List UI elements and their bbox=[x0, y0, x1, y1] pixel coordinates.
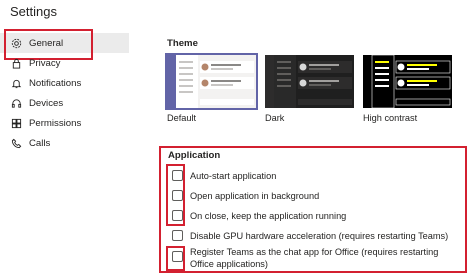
theme-caption: Dark bbox=[265, 113, 285, 123]
theme-thumbnail-high-contrast[interactable] bbox=[363, 55, 452, 108]
application-heading: Application bbox=[168, 150, 221, 161]
option-label: Disable GPU hardware acceleration (requi… bbox=[190, 231, 449, 241]
theme-caption: Default bbox=[167, 113, 197, 123]
sidebar-item-label: Notifications bbox=[29, 77, 82, 89]
option-register-chat-app[interactable]: Register Teams as the chat app for Offic… bbox=[172, 246, 462, 270]
shield-icon bbox=[11, 118, 22, 129]
sidebar-item-permissions[interactable]: Permissions bbox=[0, 113, 132, 133]
theme-thumbnail-default[interactable] bbox=[165, 53, 258, 110]
sidebar-item-label: Permissions bbox=[29, 117, 82, 129]
theme-option-default[interactable]: Default bbox=[165, 53, 258, 123]
lock-icon bbox=[11, 58, 22, 69]
theme-option-dark[interactable]: Dark bbox=[265, 55, 354, 123]
checkbox-group-highlight bbox=[166, 164, 185, 226]
option-disable-gpu[interactable]: Disable GPU hardware acceleration (requi… bbox=[172, 230, 448, 242]
sidebar-item-label: Privacy bbox=[29, 57, 61, 69]
settings-sidebar: General Privacy Notifications Devices Pe… bbox=[0, 29, 132, 153]
phone-icon bbox=[11, 138, 22, 149]
theme-heading: Theme bbox=[167, 38, 198, 49]
headset-icon bbox=[11, 98, 22, 109]
option-label: On close, keep the application running bbox=[190, 211, 347, 221]
theme-thumbnail-dark[interactable] bbox=[265, 55, 354, 108]
sidebar-item-calls[interactable]: Calls bbox=[0, 133, 132, 153]
sidebar-item-general[interactable]: General bbox=[0, 29, 129, 60]
sidebar-item-label: Calls bbox=[29, 137, 51, 149]
settings-title: Settings bbox=[10, 4, 57, 19]
option-label: Register Teams as the chat app for Offic… bbox=[190, 247, 439, 269]
option-open-in-background[interactable]: Open application in background bbox=[172, 190, 319, 202]
option-label: Open application in background bbox=[190, 191, 320, 201]
gear-icon bbox=[11, 38, 22, 49]
theme-caption: High contrast bbox=[363, 113, 418, 123]
disable-gpu-checkbox[interactable] bbox=[172, 230, 183, 241]
register-checkbox-highlight bbox=[166, 246, 185, 271]
sidebar-item-notifications[interactable]: Notifications bbox=[0, 73, 132, 93]
theme-options: Default Dark High contrast bbox=[165, 53, 452, 123]
sidebar-item-devices[interactable]: Devices bbox=[0, 93, 132, 113]
sidebar-item-label: General bbox=[29, 37, 64, 49]
sidebar-item-privacy[interactable]: Privacy bbox=[0, 53, 132, 73]
bell-icon bbox=[11, 78, 22, 89]
sidebar-item-label: Devices bbox=[29, 97, 64, 109]
theme-option-high-contrast[interactable]: High contrast bbox=[363, 55, 452, 123]
option-label: Auto-start application bbox=[190, 171, 277, 181]
option-keep-running[interactable]: On close, keep the application running bbox=[172, 210, 346, 222]
option-auto-start[interactable]: Auto-start application bbox=[172, 170, 276, 182]
